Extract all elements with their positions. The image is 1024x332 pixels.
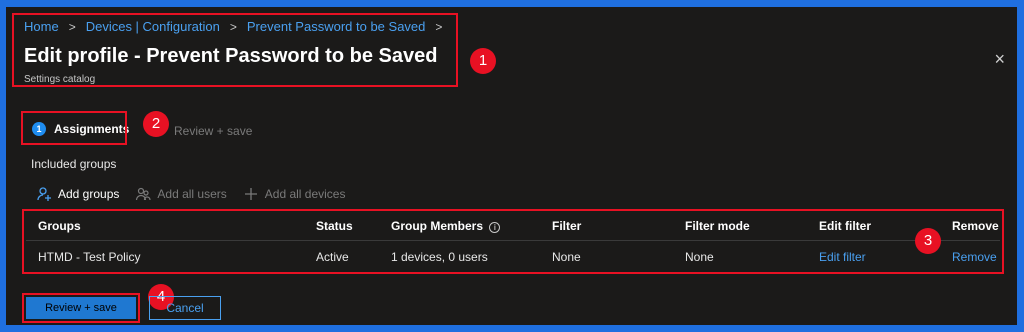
cancel-button[interactable]: Cancel bbox=[149, 296, 221, 320]
annotation-badge-1: 1 bbox=[470, 48, 496, 74]
plus-icon bbox=[244, 188, 257, 200]
annotation-box-review-save bbox=[22, 293, 140, 323]
add-all-users-label: Add all users bbox=[157, 187, 227, 201]
annotation-badge-2: 2 bbox=[143, 111, 169, 137]
step-review-save[interactable]: Review + save bbox=[174, 124, 252, 138]
add-person-icon bbox=[37, 187, 51, 201]
add-groups-label: Add groups bbox=[58, 187, 120, 201]
group-actions-toolbar: Add groups Add all users Add all devices bbox=[36, 186, 345, 202]
add-all-devices-label: Add all devices bbox=[264, 187, 346, 201]
add-groups-button[interactable]: Add groups bbox=[36, 186, 119, 202]
add-all-users-button[interactable]: Add all users bbox=[135, 186, 227, 202]
edit-profile-panel: Home > Devices | Configuration > Prevent… bbox=[6, 7, 1017, 325]
annotation-badge-3: 3 bbox=[915, 228, 941, 254]
add-all-devices-button[interactable]: Add all devices bbox=[243, 186, 346, 202]
annotation-box-header bbox=[12, 13, 458, 87]
annotation-box-table bbox=[22, 209, 1004, 274]
people-icon bbox=[136, 187, 151, 201]
annotation-box-assignments bbox=[21, 111, 127, 145]
included-groups-label: Included groups bbox=[31, 157, 117, 171]
close-icon[interactable]: × bbox=[994, 49, 1005, 70]
